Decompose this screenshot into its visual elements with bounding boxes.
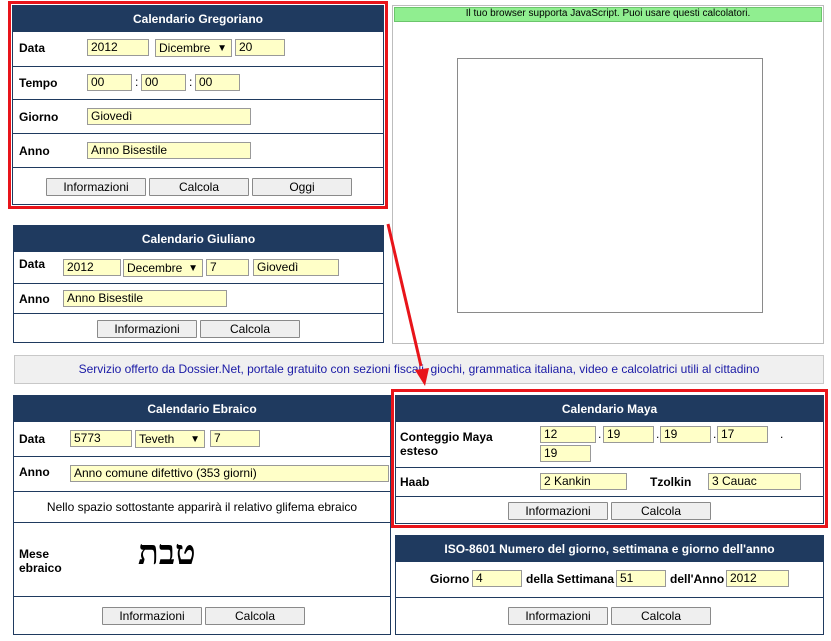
annotation-arrow (386, 223, 429, 386)
arrow-line (386, 223, 423, 367)
arrowhead (415, 368, 429, 386)
